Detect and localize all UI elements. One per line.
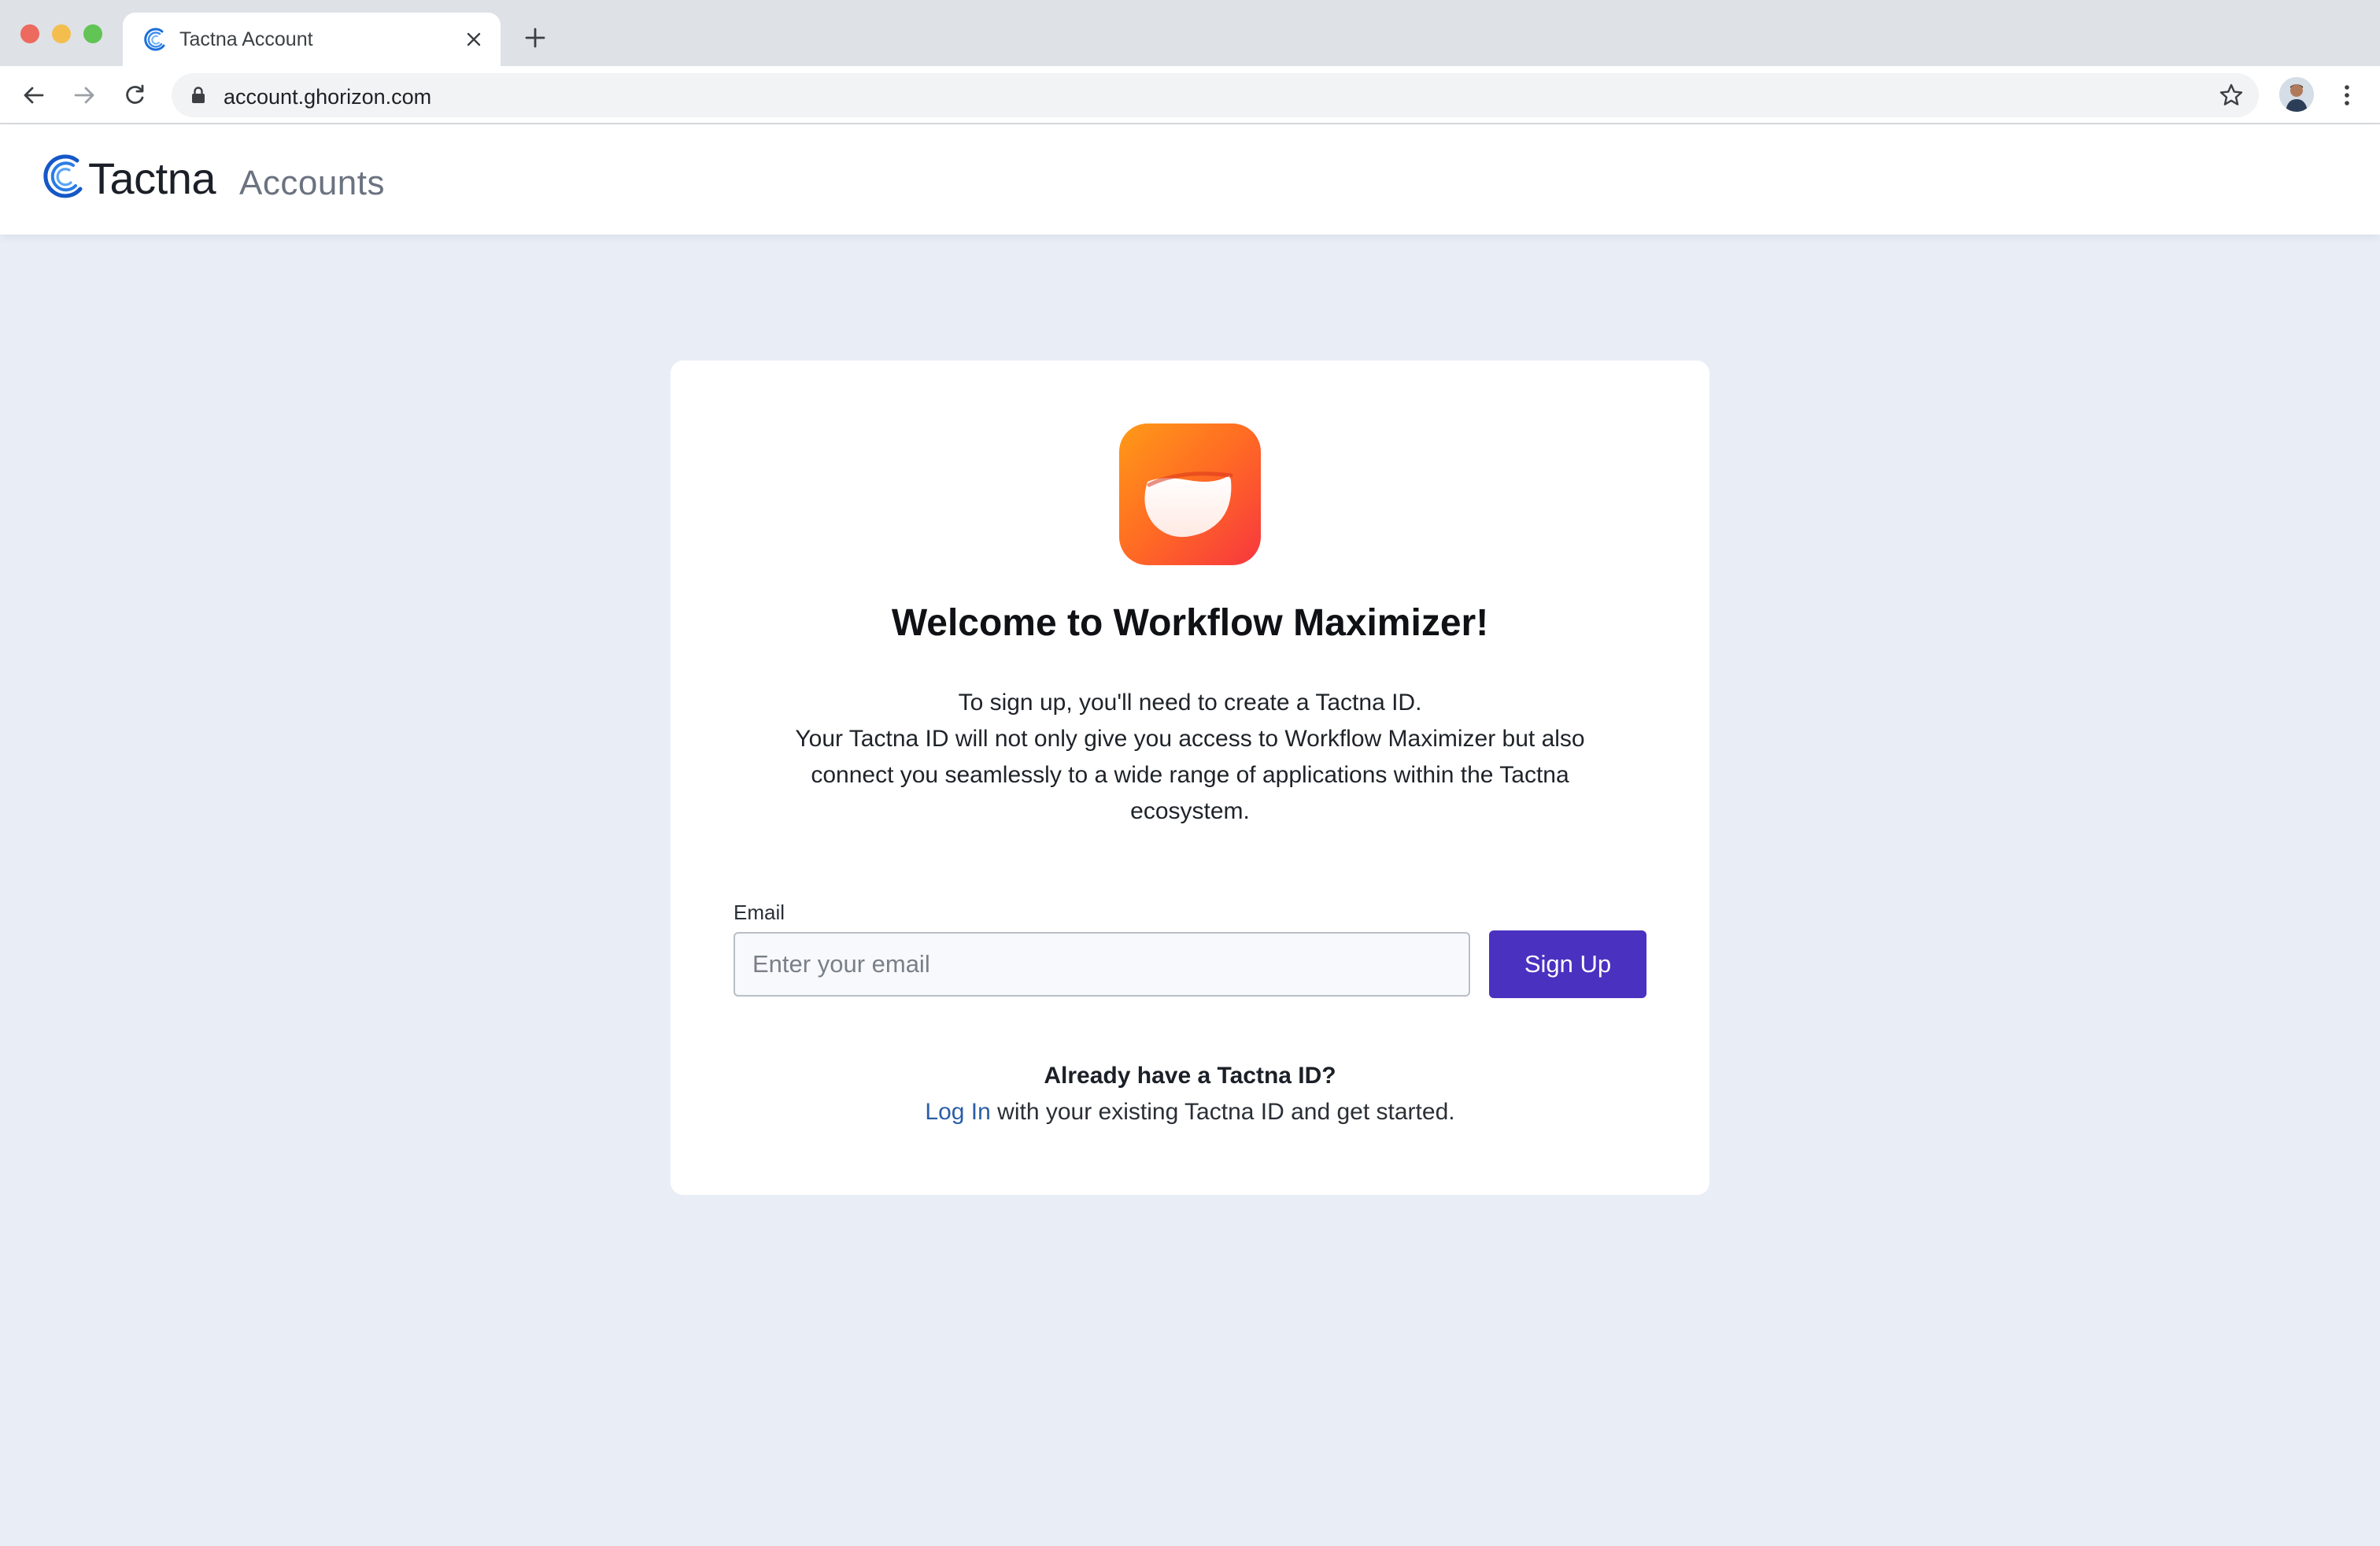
email-label: Email xyxy=(734,901,785,924)
login-suffix-text: with your existing Tactna ID and get sta… xyxy=(990,1099,1455,1125)
browser-tab-bar: Tactna Account xyxy=(0,0,2380,66)
forward-button[interactable] xyxy=(66,77,102,113)
log-in-link[interactable]: Log In xyxy=(925,1099,990,1125)
workflow-maximizer-app-icon xyxy=(1119,423,1261,565)
window-close-button[interactable] xyxy=(20,24,39,43)
signup-description: To sign up, you'll need to create a Tact… xyxy=(757,685,1623,830)
login-prompt: Log In with your existing Tactna ID and … xyxy=(671,1099,1709,1126)
browser-tab[interactable]: Tactna Account xyxy=(123,13,501,66)
leaf-logo-icon xyxy=(1144,472,1233,538)
url-text: account.ghorizon.com xyxy=(224,85,432,109)
tab-close-button[interactable] xyxy=(458,24,490,55)
reload-button[interactable] xyxy=(116,77,153,113)
back-button[interactable] xyxy=(16,77,52,113)
tab-title: Tactna Account xyxy=(179,28,313,50)
brand-subtitle: Accounts xyxy=(239,164,385,202)
window-maximize-button[interactable] xyxy=(83,24,102,43)
sign-up-button[interactable]: Sign Up xyxy=(1489,930,1646,998)
plus-icon xyxy=(525,28,545,48)
browser-toolbar: account.ghorizon.com xyxy=(0,66,2380,124)
address-bar[interactable]: account.ghorizon.com xyxy=(172,73,2259,117)
kebab-menu-icon xyxy=(2345,85,2349,105)
signup-card: Welcome to Workflow Maximizer! To sign u… xyxy=(671,361,1709,1195)
description-line-1: To sign up, you'll need to create a Tact… xyxy=(958,690,1422,716)
lock-icon xyxy=(192,87,205,103)
back-arrow-icon xyxy=(24,87,44,104)
star-icon[interactable] xyxy=(2218,82,2245,109)
site-header: Tactna Accounts xyxy=(0,124,2380,235)
browser-menu-button[interactable] xyxy=(2330,77,2364,113)
brand-name[interactable]: Tactna xyxy=(88,153,216,204)
welcome-title: Welcome to Workflow Maximizer! xyxy=(891,602,1489,644)
tactna-logo-icon[interactable] xyxy=(38,151,88,202)
user-avatar-icon xyxy=(2279,77,2314,112)
close-icon xyxy=(467,32,481,46)
window-minimize-button[interactable] xyxy=(52,24,71,43)
email-input[interactable] xyxy=(734,932,1470,997)
profile-avatar[interactable] xyxy=(2279,77,2314,112)
forward-arrow-icon xyxy=(74,87,94,104)
reload-icon xyxy=(126,84,144,104)
tactna-favicon-icon xyxy=(144,28,165,51)
description-line-2: Your Tactna ID will not only give you ac… xyxy=(795,726,1585,824)
new-tab-button[interactable] xyxy=(516,19,554,57)
already-have-id-text: Already have a Tactna ID? xyxy=(1044,1063,1336,1089)
